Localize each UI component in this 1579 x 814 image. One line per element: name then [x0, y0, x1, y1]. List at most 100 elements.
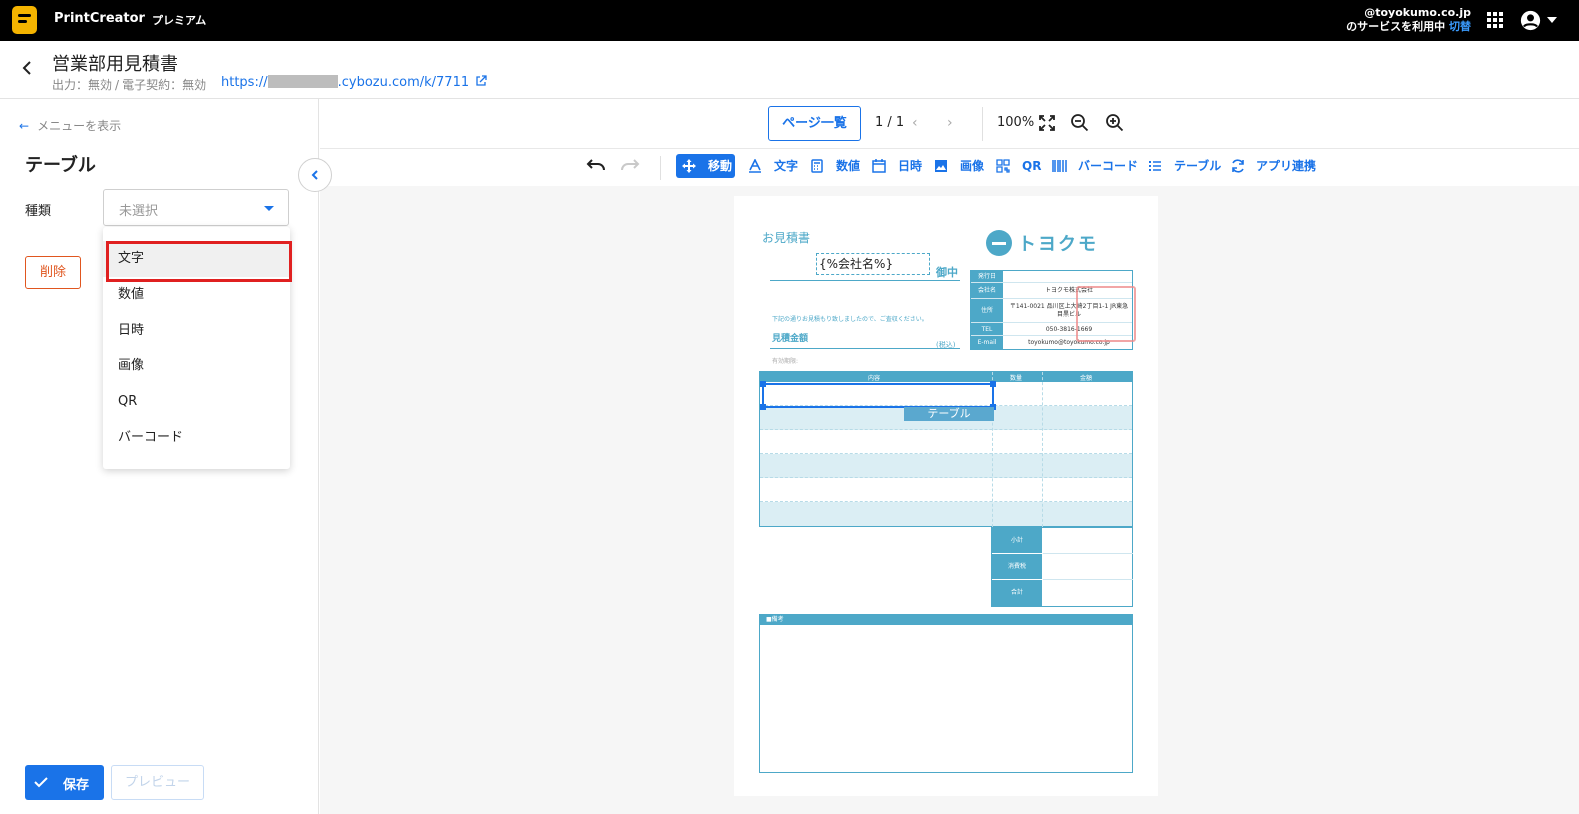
subtotal-value — [1043, 528, 1133, 554]
tax-value — [1043, 554, 1133, 580]
app-name: PrintCreator — [54, 11, 145, 26]
remarks-header: ■備考 — [760, 615, 1132, 625]
prev-page-icon[interactable]: ‹ — [912, 115, 918, 131]
tool-app-link[interactable]: アプリ連携 — [1224, 154, 1320, 178]
remarks-box[interactable]: ■備考 — [759, 614, 1133, 773]
tool-number[interactable]: 数値 — [804, 154, 860, 178]
zoom-out-icon[interactable] — [1070, 113, 1090, 133]
page-title: 営業部用見積書 — [52, 54, 178, 75]
chevron-left-icon — [311, 170, 318, 180]
table-element-tag: テーブル — [904, 407, 994, 421]
company-logo[interactable]: トヨクモ — [986, 230, 1106, 256]
kind-label: 種類 — [25, 204, 52, 219]
table-row[interactable] — [760, 430, 1132, 454]
highlight-box — [106, 241, 292, 282]
kind-select-value: 未選択 — [119, 204, 159, 219]
design-canvas: お見積書 {%会社名%} 御中 トヨクモ 下記の通りお見積もり致しましたので、ご… — [320, 186, 1579, 814]
calculator-icon — [811, 159, 823, 173]
check-icon — [34, 777, 48, 788]
onchu-text[interactable]: 御中 — [936, 264, 958, 280]
account-info: @toyokumo.co.jp のサービスを利用中 切替 — [1346, 6, 1471, 34]
document-status: 出力：無効 / 電子契約：無効 — [52, 78, 207, 92]
barcode-icon — [1052, 160, 1067, 172]
app-logo-icon[interactable] — [12, 6, 37, 34]
option-datetime[interactable]: 日時 — [103, 313, 290, 349]
text-icon — [749, 159, 761, 173]
external-link-icon — [476, 75, 487, 86]
page-indicator: 1 / 1 — [875, 115, 905, 130]
output-status: 出力：無効 — [52, 78, 113, 92]
tool-move[interactable]: 移動 — [676, 154, 735, 178]
company-seal-stamp[interactable] — [1076, 286, 1136, 342]
tool-qr[interactable]: QR — [990, 154, 1041, 178]
tool-image[interactable]: 画像 — [928, 154, 984, 178]
move-icon — [682, 159, 696, 173]
dropdown-arrow-icon — [264, 206, 274, 211]
amount-label[interactable]: 見積金額 — [772, 331, 808, 344]
show-menu-link[interactable]: ← メニューを表示 — [19, 117, 121, 134]
back-arrow-icon[interactable] — [19, 59, 37, 77]
table-header: 内容 数量 金額 — [760, 372, 1132, 382]
resize-handle[interactable] — [760, 381, 766, 387]
kind-select[interactable]: 未選択 — [103, 189, 289, 226]
tool-datetime[interactable]: 日時 — [866, 154, 922, 178]
zoom-level: 100% — [997, 115, 1035, 130]
table-row[interactable] — [760, 478, 1132, 502]
redacted-subdomain — [267, 75, 338, 88]
doc-title-text[interactable]: お見積書 — [762, 229, 810, 246]
underline — [770, 348, 960, 349]
table-row[interactable] — [760, 454, 1132, 478]
plan-badge: プレミアム — [152, 14, 207, 27]
next-page-icon[interactable]: › — [947, 115, 953, 131]
logo-mark-icon — [986, 230, 1012, 256]
redo-icon[interactable] — [620, 158, 640, 174]
estimate-note[interactable]: 下記の通りお見積もり致しましたので、ご査収ください。 — [772, 314, 928, 323]
option-qr[interactable]: QR — [103, 384, 290, 420]
collapse-panel-button[interactable] — [298, 158, 332, 192]
kintone-app-link[interactable]: https://.cybozu.com/k/7711 — [221, 75, 487, 90]
resize-handle[interactable] — [990, 381, 996, 387]
switch-link[interactable]: 切替 — [1449, 20, 1471, 33]
total-label: 合計 — [992, 580, 1042, 606]
preview-button: プレビュー — [111, 765, 204, 800]
delete-button[interactable]: 削除 — [25, 256, 81, 289]
user-account-icon[interactable] — [1520, 10, 1541, 31]
resize-handle[interactable] — [760, 404, 766, 410]
esign-status: 電子契約：無効 — [122, 78, 207, 92]
image-icon — [935, 160, 947, 172]
undo-icon[interactable] — [586, 158, 606, 174]
sync-icon — [1232, 159, 1244, 173]
tool-text[interactable]: 文字 — [742, 154, 798, 178]
save-button[interactable]: 保存 — [25, 765, 104, 800]
selected-table-element[interactable] — [760, 381, 996, 410]
table-list-icon — [1149, 161, 1161, 171]
option-image[interactable]: 画像 — [103, 348, 290, 384]
zoom-in-icon[interactable] — [1105, 113, 1125, 133]
document-header: 営業部用見積書 出力：無効 / 電子契約：無効 https://.cybozu.co… — [0, 41, 1579, 99]
underline — [770, 280, 960, 281]
option-number[interactable]: 数値 — [103, 277, 290, 313]
option-barcode[interactable]: バーコード — [103, 420, 290, 456]
valid-label[interactable]: 有効期限: — [772, 356, 798, 365]
page-list-button[interactable]: ページ一覧 — [768, 106, 861, 141]
totals-table[interactable]: 小計 消費税 合計 — [991, 527, 1133, 607]
company-name-field[interactable]: {%会社名%} — [816, 253, 930, 275]
divider — [982, 107, 983, 141]
fit-screen-icon[interactable] — [1039, 115, 1055, 131]
divider — [660, 156, 661, 180]
chevron-down-icon[interactable] — [1547, 17, 1557, 23]
column-divider — [1042, 372, 1043, 527]
tool-barcode[interactable]: バーコード — [1046, 154, 1138, 178]
tool-table[interactable]: テーブル — [1142, 154, 1221, 178]
apps-grid-icon[interactable] — [1487, 12, 1503, 28]
panel-title: テーブル — [25, 155, 96, 176]
table-row[interactable] — [760, 502, 1132, 526]
top-bar: PrintCreator プレミアム @toyokumo.co.jp のサービス… — [0, 0, 1579, 41]
service-text: のサービスを利用中 — [1346, 20, 1446, 33]
account-domain: @toyokumo.co.jp — [1364, 6, 1471, 19]
kind-dropdown-menu: 文字 数値 日時 画像 QR バーコード — [103, 227, 292, 469]
subtotal-label: 小計 — [992, 528, 1042, 554]
calendar-icon — [872, 159, 886, 173]
qr-code-icon — [996, 159, 1010, 173]
document-page: お見積書 {%会社名%} 御中 トヨクモ 下記の通りお見積もり致しましたので、ご… — [734, 196, 1158, 796]
